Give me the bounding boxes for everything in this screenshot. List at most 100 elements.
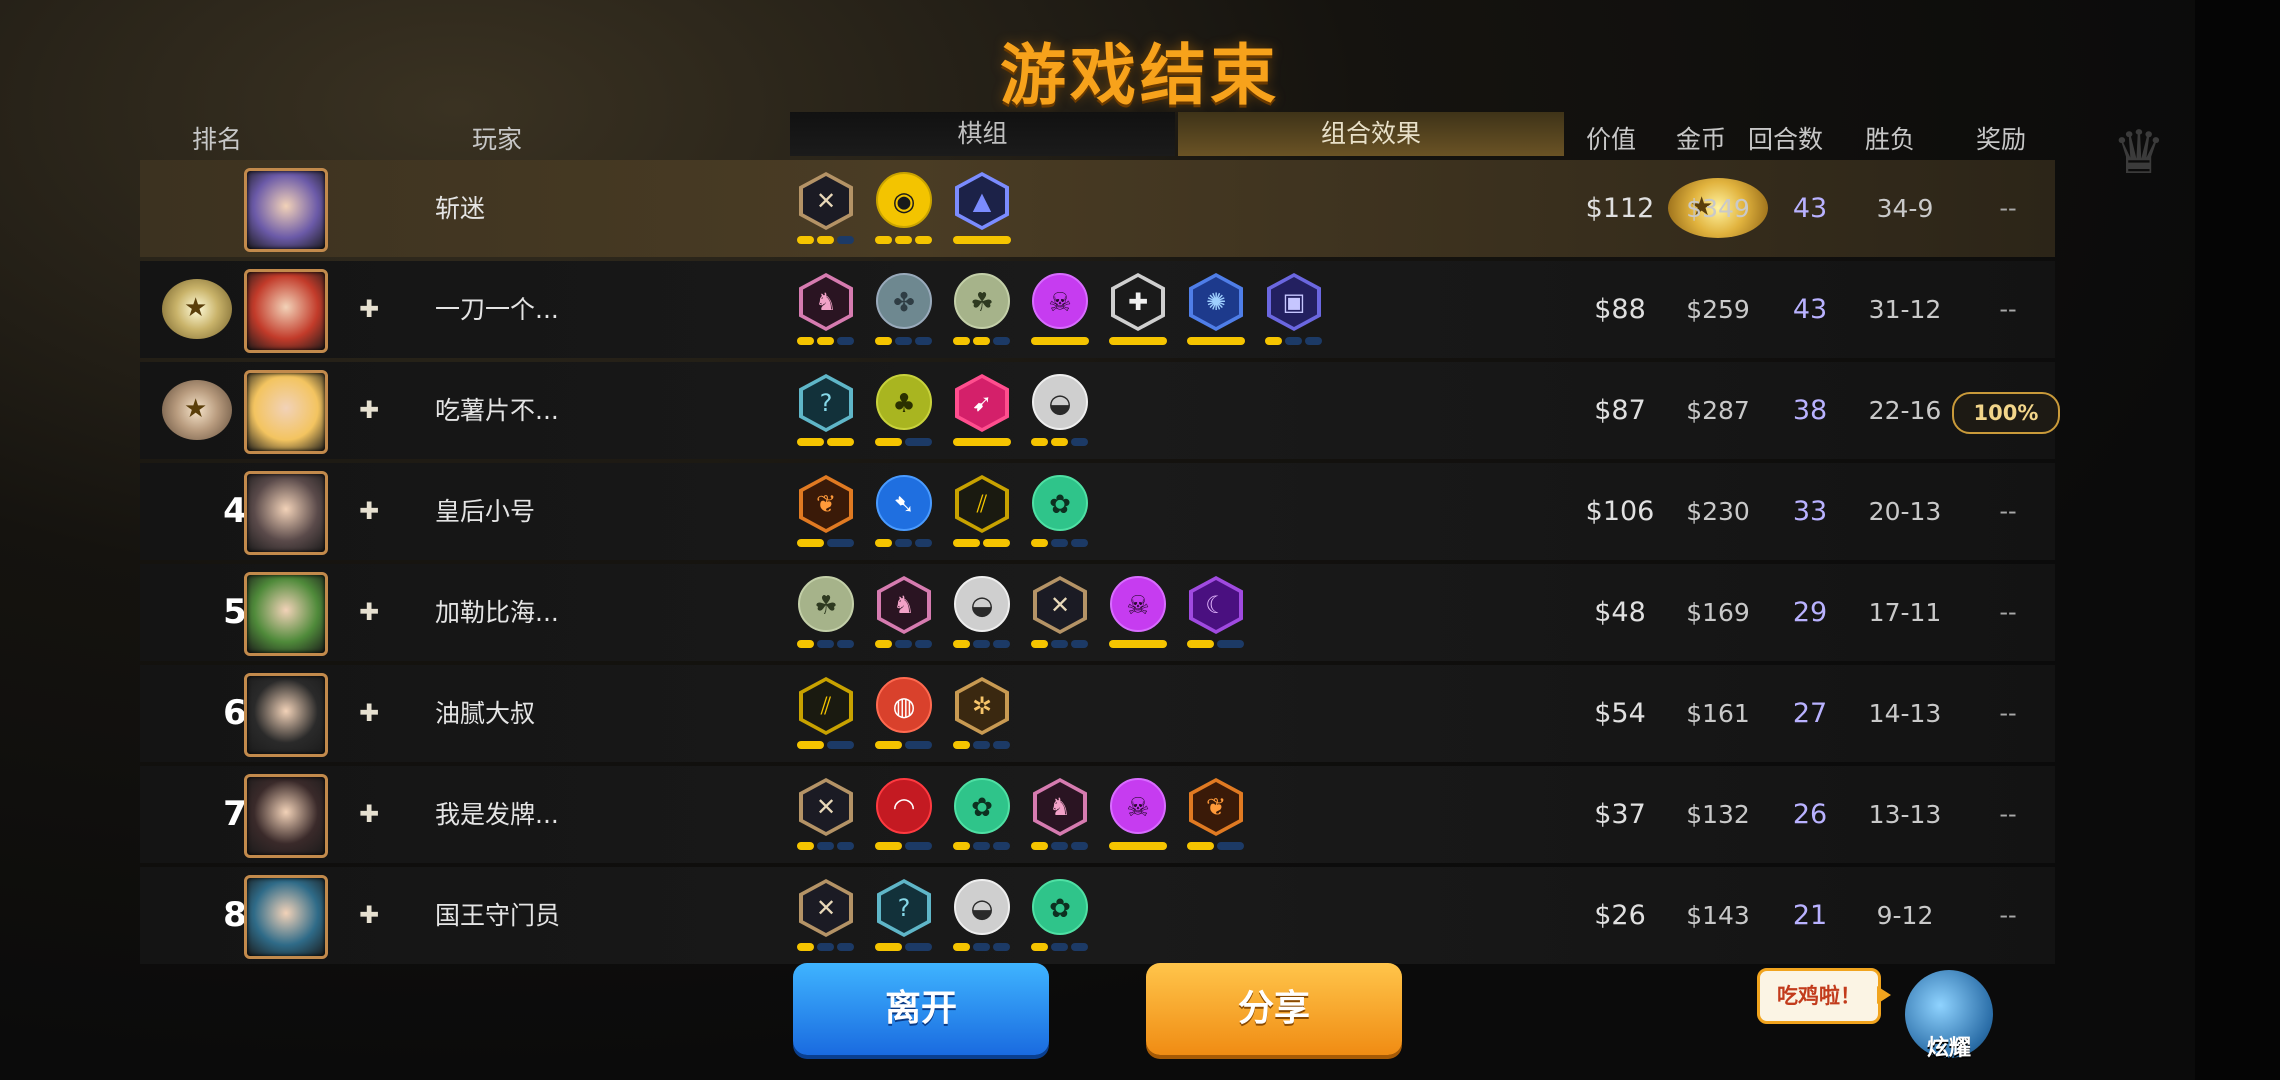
player-avatar[interactable] [244,471,328,555]
player-row[interactable]: 6 ✚ 油腻大叔 ⫽ ◍ ✲ $54 $161 27 14-13 -- [140,665,2055,762]
trait-badge[interactable]: ◒ [951,574,1013,654]
trait-badge[interactable]: ✿ [1029,877,1091,957]
player-avatar[interactable] [244,168,328,252]
pip-inactive [1071,943,1088,951]
trait-level-pips [1029,539,1091,547]
trait-badge[interactable]: ✿ [1029,473,1091,553]
trait-badge[interactable]: ✤ [873,271,935,351]
trait-icon: ? [803,378,849,428]
pip-active [875,236,892,244]
trait-badge[interactable]: ⫽ [951,473,1013,553]
trait-badge[interactable]: ▲ [951,170,1013,250]
trait-badge[interactable]: ♣ [873,372,935,452]
trait-level-pips [873,741,935,749]
trait-badge[interactable]: ✺ [1185,271,1247,351]
trait-icon: ✚ [1115,277,1161,327]
bubble-tail [1877,986,1891,1004]
trait-badge[interactable]: ➷ [873,473,935,553]
player-avatar[interactable] [244,269,328,353]
trait-level-pips [1107,337,1169,345]
pip-inactive [993,640,1010,648]
pip-active [915,236,932,244]
tab-combo-effects[interactable]: 组合效果 [1178,112,1564,156]
winloss-cell: 20-13 [1868,497,1942,526]
trait-badge[interactable]: ? [873,877,935,957]
add-friend-icon[interactable]: ✚ [354,395,384,425]
trait-badge[interactable]: ☠ [1107,776,1169,856]
add-friend-icon[interactable]: ✚ [354,698,384,728]
add-friend-icon[interactable]: ✚ [354,294,384,324]
player-row[interactable]: ★ 斩迷 ✕ ◉ ▲ $112 $349 43 34-9 -- [140,160,2055,257]
trait-icon: ☾ [1193,580,1239,630]
player-row[interactable]: 7 ✚ 我是发牌... ✕ ◠ ✿ ♞ ☠ ❦ $37 $132 26 13-13 -- [140,766,2055,863]
trait-badge[interactable]: ✚ [1107,271,1169,351]
trait-badge[interactable]: ✿ [951,776,1013,856]
player-avatar[interactable] [244,370,328,454]
trait-badge[interactable]: ☾ [1185,574,1247,654]
trait-badge[interactable]: ♞ [795,271,857,351]
share-button[interactable]: 分享 [1146,963,1402,1055]
header-rank: 排名 [192,125,243,154]
trait-level-pips [1029,842,1091,850]
trait-badge[interactable]: ❦ [1185,776,1247,856]
player-row[interactable]: 5 ✚ 加勒比海... ☘ ♞ ◒ ✕ ☠ ☾ $48 $169 29 17-11 -- [140,564,2055,661]
trait-badge[interactable]: ☘ [951,271,1013,351]
silver-medal-icon: ★ [162,279,232,339]
player-name: 我是发牌... [435,800,559,829]
trait-hex-frame: ▲ [955,172,1009,230]
trait-level-pips [873,640,935,648]
player-row[interactable]: 4 ✚ 皇后小号 ❦ ➷ ⫽ ✿ $106 $230 33 20-13 -- [140,463,2055,560]
trait-badge[interactable]: ☘ [795,574,857,654]
trait-badge[interactable]: ? [795,372,857,452]
trait-badge[interactable]: ◒ [951,877,1013,957]
trait-badge[interactable]: ✲ [951,675,1013,755]
trait-badge[interactable]: ☠ [1107,574,1169,654]
player-avatar[interactable] [244,572,328,656]
player-avatar[interactable] [244,875,328,959]
trait-badge[interactable]: ✕ [795,170,857,250]
value-cell: $87 [1594,395,1646,426]
leave-button[interactable]: 离开 [793,963,1049,1055]
reward-cell: -- [1999,497,2017,525]
trait-hex-frame: ✚ [1111,273,1165,331]
pip-active [875,337,892,345]
trait-badge[interactable]: ♞ [1029,776,1091,856]
trait-badge[interactable]: ♞ [873,574,935,654]
pip-inactive [895,539,912,547]
trait-badge[interactable]: ✕ [1029,574,1091,654]
player-row[interactable]: ★ ✚ 一刀一个... ♞ ✤ ☘ ☠ ✚ ✺ ▣ $88 $259 43 31-12 -- [140,261,2055,358]
value-cell: $106 [1585,496,1655,527]
brag-label[interactable]: 炫耀 [1905,1030,1993,1062]
trait-badge[interactable]: ✕ [795,776,857,856]
player-row[interactable]: 8 ✚ 国王守门员 ✕? ◒ ✿ $26 $143 21 9-12 -- [140,867,2055,964]
game-over-title: 游戏结束 [1000,37,1280,114]
add-friend-icon[interactable]: ✚ [354,900,384,930]
player-avatar[interactable] [244,673,328,757]
trait-level-pips [795,943,857,951]
trait-icon: ☠ [1110,778,1166,834]
trait-badge[interactable]: ◠ [873,776,935,856]
pip-inactive [1051,640,1068,648]
trait-badge[interactable]: ◍ [873,675,935,755]
reward-badge[interactable]: 100% [1952,392,2060,434]
trait-badge[interactable]: ◉ [873,170,935,250]
trait-badge[interactable]: ➹ [951,372,1013,452]
header-rounds: 回合数 [1748,125,1824,154]
trait-badge[interactable]: ▣ [1263,271,1325,351]
trait-level-pips [951,842,1013,850]
add-friend-icon[interactable]: ✚ [354,799,384,829]
trait-badge[interactable]: ☠ [1029,271,1091,351]
add-friend-icon[interactable]: ✚ [354,496,384,526]
tab-pieces[interactable]: 棋组 [790,112,1175,156]
gold-cell: $143 [1686,901,1750,930]
player-row[interactable]: ★ ✚ 吃薯片不...? ♣ ➹ ◒ $87 $287 38 22-16 100% [140,362,2060,459]
trait-icon: ♞ [1037,782,1083,832]
trait-badge[interactable]: ◒ [1029,372,1091,452]
trait-badge[interactable]: ⫽ [795,675,857,755]
add-friend-icon[interactable]: ✚ [354,597,384,627]
pip-inactive [915,640,932,648]
trait-badge[interactable]: ❦ [795,473,857,553]
player-avatar[interactable] [244,774,328,858]
trait-badge[interactable]: ✕ [795,877,857,957]
pip-active [1031,438,1048,446]
